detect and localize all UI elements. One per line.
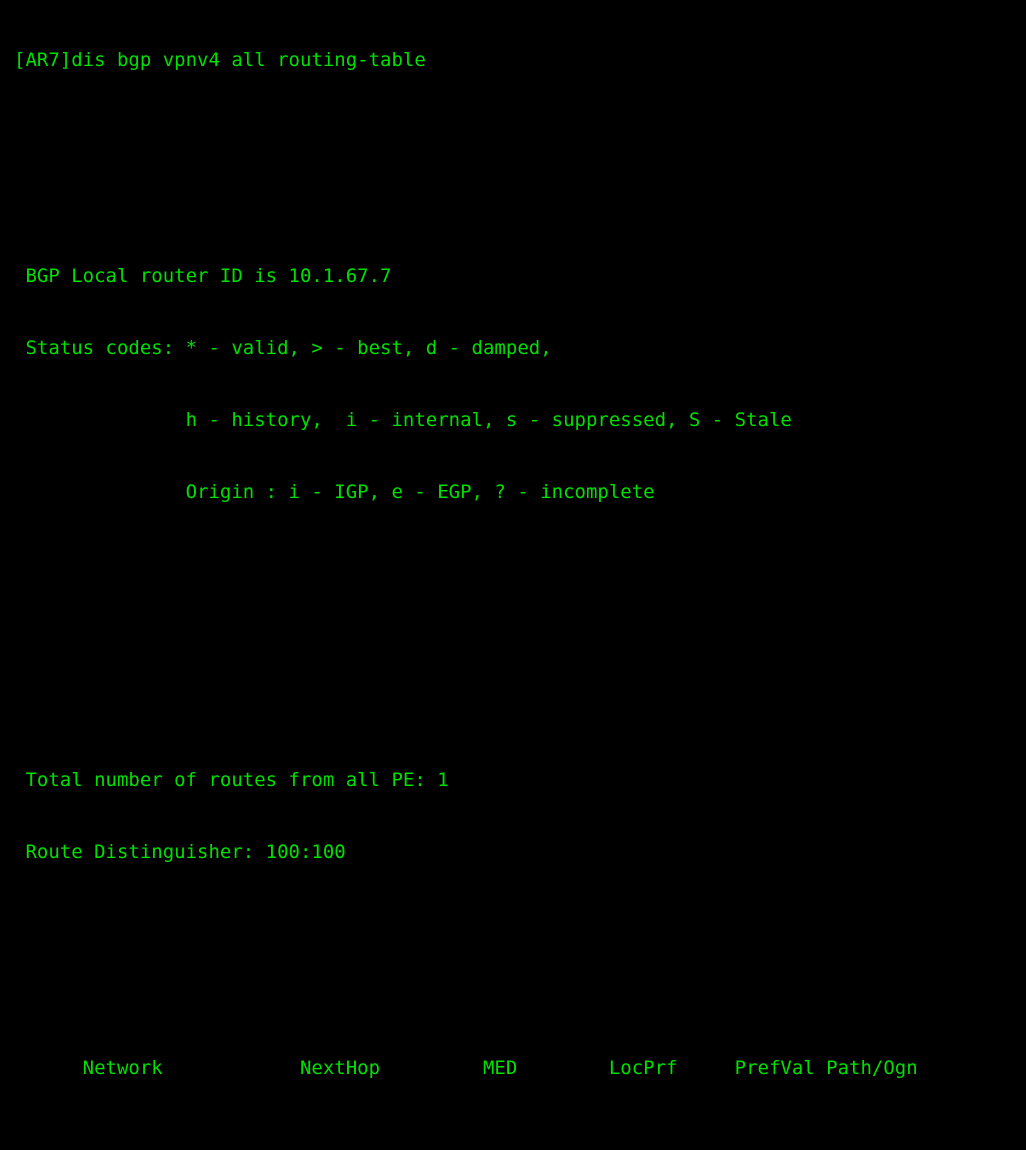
status-codes-line: Status codes: * - valid, > - best, d - d… [14,337,552,359]
origin-codes-line: Origin : i - IGP, e - EGP, ? - incomplet… [14,481,655,503]
terminal-window[interactable]: [AR7]dis bgp vpnv4 all routing-table BGP… [0,0,1026,1079]
status-codes-continuation-line: h - history, i - internal, s - suppresse… [14,409,792,431]
terminal-output: [AR7]dis bgp vpnv4 all routing-table BGP… [14,0,918,1150]
command-prompt-line[interactable]: [AR7]dis bgp vpnv4 all routing-table [14,48,918,72]
rd-table-header-row: Network NextHop MED LocPrf PrefVal Path/… [14,1057,918,1079]
bgp-local-router-id-line: BGP Local router ID is 10.1.67.7 [14,265,392,287]
total-routes-all-pe-line: Total number of routes from all PE: 1 [14,769,449,791]
route-distinguisher-line: Route Distinguisher: 100:100 [14,841,346,863]
